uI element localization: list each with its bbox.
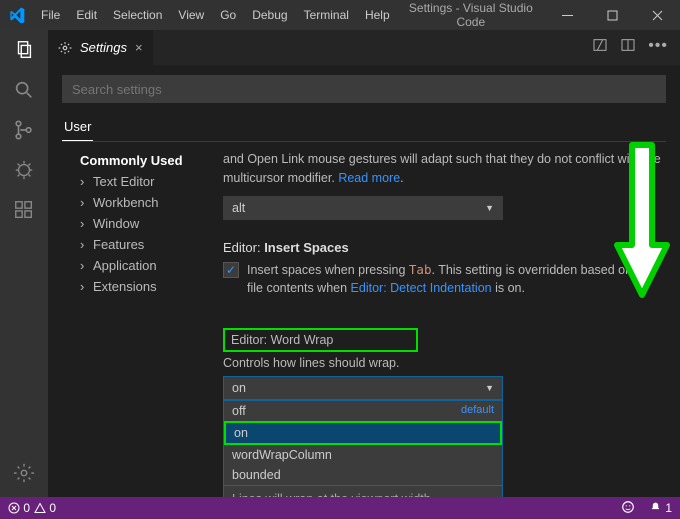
chevron-down-icon: ▼ [485, 383, 494, 393]
tab-settings[interactable]: Settings × [48, 30, 154, 65]
minimize-icon[interactable] [545, 0, 590, 30]
menu-help[interactable]: Help [358, 4, 397, 26]
vscode-logo-icon [0, 7, 34, 23]
word-wrap-select[interactable]: on ▼ [223, 376, 503, 400]
toc-application[interactable]: ›Application [62, 255, 217, 276]
detect-indentation-link[interactable]: Editor: Detect Indentation [351, 281, 492, 295]
select-value: on [232, 381, 246, 395]
window-title: Settings - Visual Studio Code [397, 1, 545, 29]
toc-commonly-used[interactable]: Commonly Used [62, 150, 217, 171]
source-control-icon[interactable] [12, 118, 36, 142]
chevron-right-icon: › [80, 237, 90, 252]
insert-spaces-heading: Editor: Insert Spaces [223, 240, 666, 255]
multicursor-desc: and Open Link mouse gestures will adapt … [223, 150, 666, 188]
chevron-right-icon: › [80, 216, 90, 231]
option-bounded[interactable]: bounded [224, 465, 502, 485]
chevron-right-icon: › [80, 258, 90, 273]
status-errors[interactable]: 0 [8, 501, 30, 515]
read-more-link[interactable]: Read more [338, 171, 400, 185]
annotation-arrow-icon [612, 140, 672, 305]
toc-window[interactable]: ›Window [62, 213, 217, 234]
toc-features[interactable]: ›Features [62, 234, 217, 255]
status-feedback-icon[interactable] [621, 500, 635, 517]
insert-spaces-checkbox[interactable]: ✓ [223, 262, 239, 278]
menu-edit[interactable]: Edit [69, 4, 104, 26]
scope-tabs: User [62, 113, 666, 142]
settings-pane: and Open Link mouse gestures will adapt … [217, 150, 666, 497]
toc-workbench[interactable]: ›Workbench [62, 192, 217, 213]
editor-tabs: Settings × ••• [48, 30, 680, 65]
word-wrap-dropdown: offdefault on wordWrapColumn bounded Lin… [223, 400, 503, 497]
word-wrap-desc: Controls how lines should wrap. [223, 356, 666, 370]
select-value: alt [232, 201, 245, 215]
tab-label: Settings [80, 40, 127, 55]
gear-icon [58, 41, 72, 55]
split-editor-icon[interactable] [620, 37, 636, 58]
option-wordwrapcolumn[interactable]: wordWrapColumn [224, 445, 502, 465]
default-label: default [461, 404, 494, 418]
chevron-down-icon: ▼ [485, 203, 494, 213]
multicursor-select[interactable]: alt ▼ [223, 196, 503, 220]
scope-user[interactable]: User [62, 113, 93, 141]
insert-spaces-desc: Insert spaces when pressing Tab. This se… [247, 261, 666, 299]
status-notifications[interactable]: 1 [649, 501, 672, 515]
menu-view[interactable]: View [171, 4, 211, 26]
tab-close-icon[interactable]: × [135, 40, 143, 55]
explorer-icon[interactable] [12, 38, 36, 62]
option-hint: Lines will wrap at the viewport width. [224, 485, 502, 497]
maximize-icon[interactable] [590, 0, 635, 30]
close-icon[interactable] [635, 0, 680, 30]
settings-toc: Commonly Used ›Text Editor ›Workbench ›W… [62, 150, 217, 497]
menu-selection[interactable]: Selection [106, 4, 169, 26]
more-icon[interactable]: ••• [648, 37, 668, 58]
split-json-icon[interactable] [592, 37, 608, 58]
menu-go[interactable]: Go [213, 4, 243, 26]
extensions-icon[interactable] [12, 198, 36, 222]
status-warnings[interactable]: 0 [34, 501, 56, 515]
menu-bar: File Edit Selection View Go Debug Termin… [34, 4, 397, 26]
chevron-right-icon: › [80, 195, 90, 210]
option-on[interactable]: on [224, 421, 502, 445]
debug-icon[interactable] [12, 158, 36, 182]
settings-gear-icon[interactable] [12, 461, 36, 485]
toc-text-editor[interactable]: ›Text Editor [62, 171, 217, 192]
option-off[interactable]: offdefault [224, 401, 502, 421]
activity-bar [0, 30, 48, 497]
toc-extensions[interactable]: ›Extensions [62, 276, 217, 297]
title-bar: File Edit Selection View Go Debug Termin… [0, 0, 680, 30]
menu-terminal[interactable]: Terminal [297, 4, 356, 26]
menu-debug[interactable]: Debug [245, 4, 294, 26]
word-wrap-heading: Editor: Word Wrap [223, 328, 418, 352]
status-bar: 0 0 1 [0, 497, 680, 519]
search-input[interactable] [62, 75, 666, 103]
chevron-right-icon: › [80, 279, 90, 294]
chevron-right-icon: › [80, 174, 90, 189]
search-icon[interactable] [12, 78, 36, 102]
menu-file[interactable]: File [34, 4, 67, 26]
